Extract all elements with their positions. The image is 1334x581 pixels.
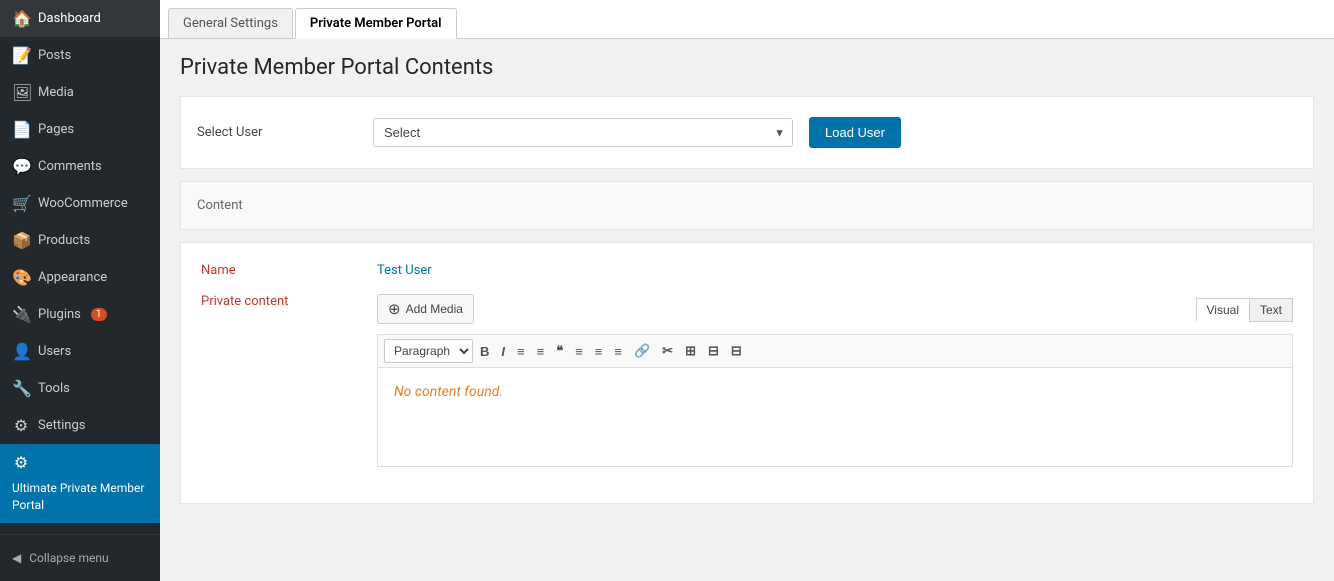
sidebar-item-label: Pages (38, 122, 74, 137)
sidebar-item-appearance[interactable]: 🎨 Appearance (0, 259, 160, 296)
name-row: Name Test User (201, 263, 1293, 278)
editor-toolbar: Paragraph B I ≡ ≡ ❝ ≡ ≡ ≡ 🔗 ✂ ⊞ ⊟ (377, 334, 1293, 367)
sidebar-item-settings[interactable]: ⚙ Settings (0, 407, 160, 444)
private-content-row: Private content ⊕ Add Media Visual Text (201, 294, 1293, 467)
select-wrap: Select ▼ (373, 118, 793, 147)
posts-icon: 📝 (12, 46, 30, 65)
add-media-label: Add Media (406, 302, 463, 316)
table-button[interactable]: ⊟ (726, 340, 747, 362)
collapse-menu[interactable]: ◀ Collapse menu (0, 543, 160, 573)
link-button[interactable]: 🔗 (629, 340, 655, 362)
paragraph-select[interactable]: Paragraph (384, 339, 473, 363)
sidebar-item-label: Tools (38, 381, 70, 396)
content-section: Content (180, 181, 1314, 230)
media-icon: 🖼 (12, 83, 30, 102)
content-label: Content (197, 198, 243, 213)
blockquote-button[interactable]: ❝ (551, 340, 568, 362)
private-content-label: Private content (201, 294, 361, 309)
sidebar-item-label: Products (38, 233, 90, 248)
sidebar-item-ultimate-private[interactable]: ⚙ Ultimate Private Member Portal (0, 444, 160, 523)
products-icon: 📦 (12, 231, 30, 250)
sidebar-item-tools[interactable]: 🔧 Tools (0, 370, 160, 407)
sidebar-item-pages[interactable]: 📄 Pages (0, 111, 160, 148)
sidebar-item-posts[interactable]: 📝 Posts (0, 37, 160, 74)
sidebar-item-woocommerce[interactable]: 🛒 WooCommerce (0, 185, 160, 222)
comments-icon: 💬 (12, 157, 30, 176)
users-icon: 👤 (12, 342, 30, 361)
tabs-bar: General Settings Private Member Portal (160, 0, 1334, 39)
editor-tab-text[interactable]: Text (1249, 298, 1293, 322)
align-left-button[interactable]: ≡ (570, 341, 588, 362)
tab-private-member-portal[interactable]: Private Member Portal (295, 8, 457, 39)
sidebar-item-label: Comments (38, 159, 102, 174)
woocommerce-icon: 🛒 (12, 194, 30, 213)
sidebar-item-dashboard[interactable]: 🏠 Dashboard (0, 0, 160, 37)
sidebar-item-label: Appearance (38, 270, 107, 285)
indent-button[interactable]: ⊞ (680, 340, 701, 362)
plugins-badge: 1 (91, 308, 107, 321)
editor-wrap: ⊕ Add Media Visual Text Paragraph (377, 294, 1293, 467)
tab-general-settings[interactable]: General Settings (168, 8, 293, 38)
ul-button[interactable]: ≡ (512, 341, 530, 362)
sidebar-item-plugins[interactable]: 🔌 Plugins 1 (0, 296, 160, 333)
dashboard-icon: 🏠 (12, 9, 30, 28)
sidebar: 🏠 Dashboard 📝 Posts 🖼 Media 📄 Pages 💬 Co… (0, 0, 160, 581)
collapse-label: Collapse menu (29, 551, 108, 565)
editor-tab-visual[interactable]: Visual (1196, 298, 1249, 322)
sidebar-item-label: Plugins (38, 307, 81, 322)
main-content: General Settings Private Member Portal P… (160, 0, 1334, 581)
select-user-card: Select User Select ▼ Load User (180, 96, 1314, 169)
select-user-row: Select User Select ▼ Load User (181, 97, 1313, 168)
ol-button[interactable]: ≡ (532, 341, 550, 362)
name-label: Name (201, 263, 361, 278)
ultimate-icon: ⚙ (12, 453, 30, 472)
sidebar-item-label: Media (38, 85, 74, 100)
sidebar-item-label: Posts (38, 48, 71, 63)
sidebar-item-products[interactable]: 📦 Products (0, 222, 160, 259)
load-user-button[interactable]: Load User (809, 117, 901, 148)
settings-icon: ⚙ (12, 416, 30, 435)
user-details-card: Name Test User Private content ⊕ Add Med… (180, 242, 1314, 504)
unlink-button[interactable]: ✂ (657, 340, 678, 362)
name-value: Test User (377, 263, 432, 278)
sidebar-item-label: Users (38, 344, 71, 359)
bold-button[interactable]: B (475, 341, 494, 362)
tools-icon: 🔧 (12, 379, 30, 398)
align-center-button[interactable]: ≡ (590, 341, 608, 362)
sidebar-item-media[interactable]: 🖼 Media (0, 74, 160, 111)
plugins-icon: 🔌 (12, 305, 30, 324)
sidebar-item-users[interactable]: 👤 Users (0, 333, 160, 370)
add-media-button[interactable]: ⊕ Add Media (377, 294, 474, 324)
outdent-button[interactable]: ⊟ (703, 340, 724, 362)
sidebar-bottom: ◀ Collapse menu (0, 534, 160, 581)
collapse-icon: ◀ (12, 551, 21, 565)
editor-tabs-row: Visual Text (1196, 298, 1293, 322)
add-media-icon: ⊕ (388, 300, 401, 318)
sidebar-item-comments[interactable]: 💬 Comments (0, 148, 160, 185)
editor-area[interactable]: No content found. (377, 367, 1293, 467)
select-user-label: Select User (197, 125, 357, 140)
user-select[interactable]: Select (373, 118, 793, 147)
page-content: Private Member Portal Contents Select Us… (160, 39, 1334, 520)
sidebar-active-label: Ultimate Private Member Portal (12, 480, 148, 514)
align-right-button[interactable]: ≡ (609, 341, 627, 362)
appearance-icon: 🎨 (12, 268, 30, 287)
sidebar-item-label: Settings (38, 418, 85, 433)
sidebar-item-label: WooCommerce (38, 196, 128, 211)
italic-button[interactable]: I (496, 341, 510, 362)
sidebar-item-label: Dashboard (38, 11, 101, 26)
pages-icon: 📄 (12, 120, 30, 139)
no-content-text: No content found. (394, 384, 503, 400)
page-title: Private Member Portal Contents (180, 55, 1314, 80)
